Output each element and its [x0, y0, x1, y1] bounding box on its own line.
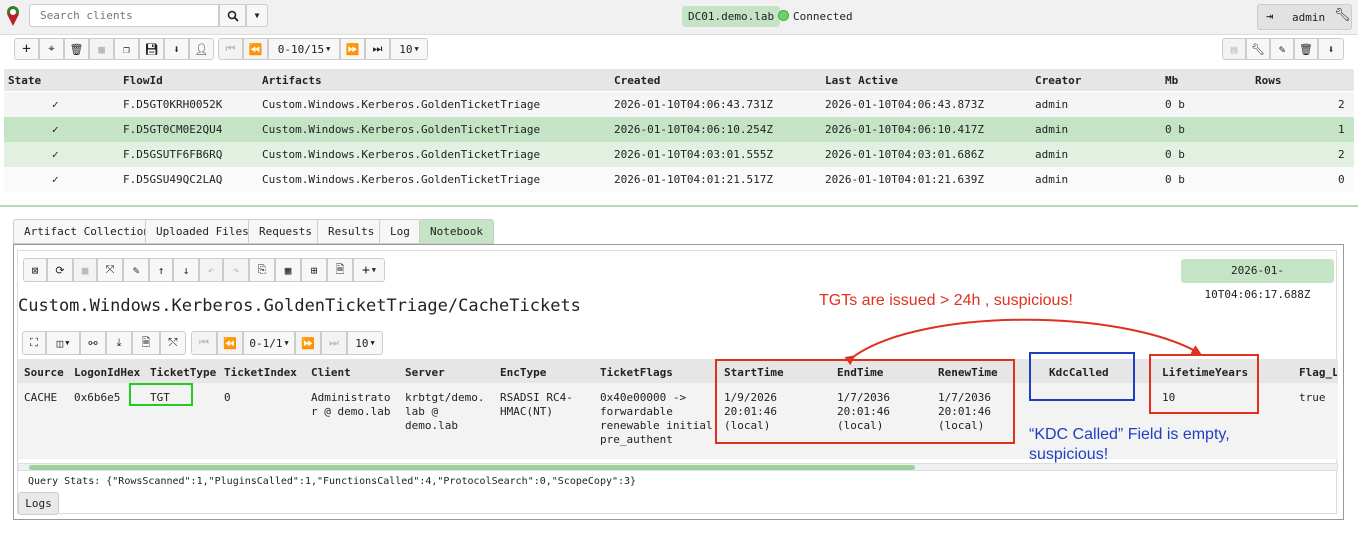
- annotation-kdc-note-line2: suspicious!: [1029, 446, 1109, 463]
- annotation-tgt-note: TGTs are issued > 24h , suspicious!: [819, 292, 1073, 309]
- annotation-arrows: [844, 318, 1202, 366]
- curved-double-arrow-icon: [844, 318, 1202, 366]
- annotation-kdc-note-line1: “KDC Called” Field is empty,: [1029, 426, 1230, 443]
